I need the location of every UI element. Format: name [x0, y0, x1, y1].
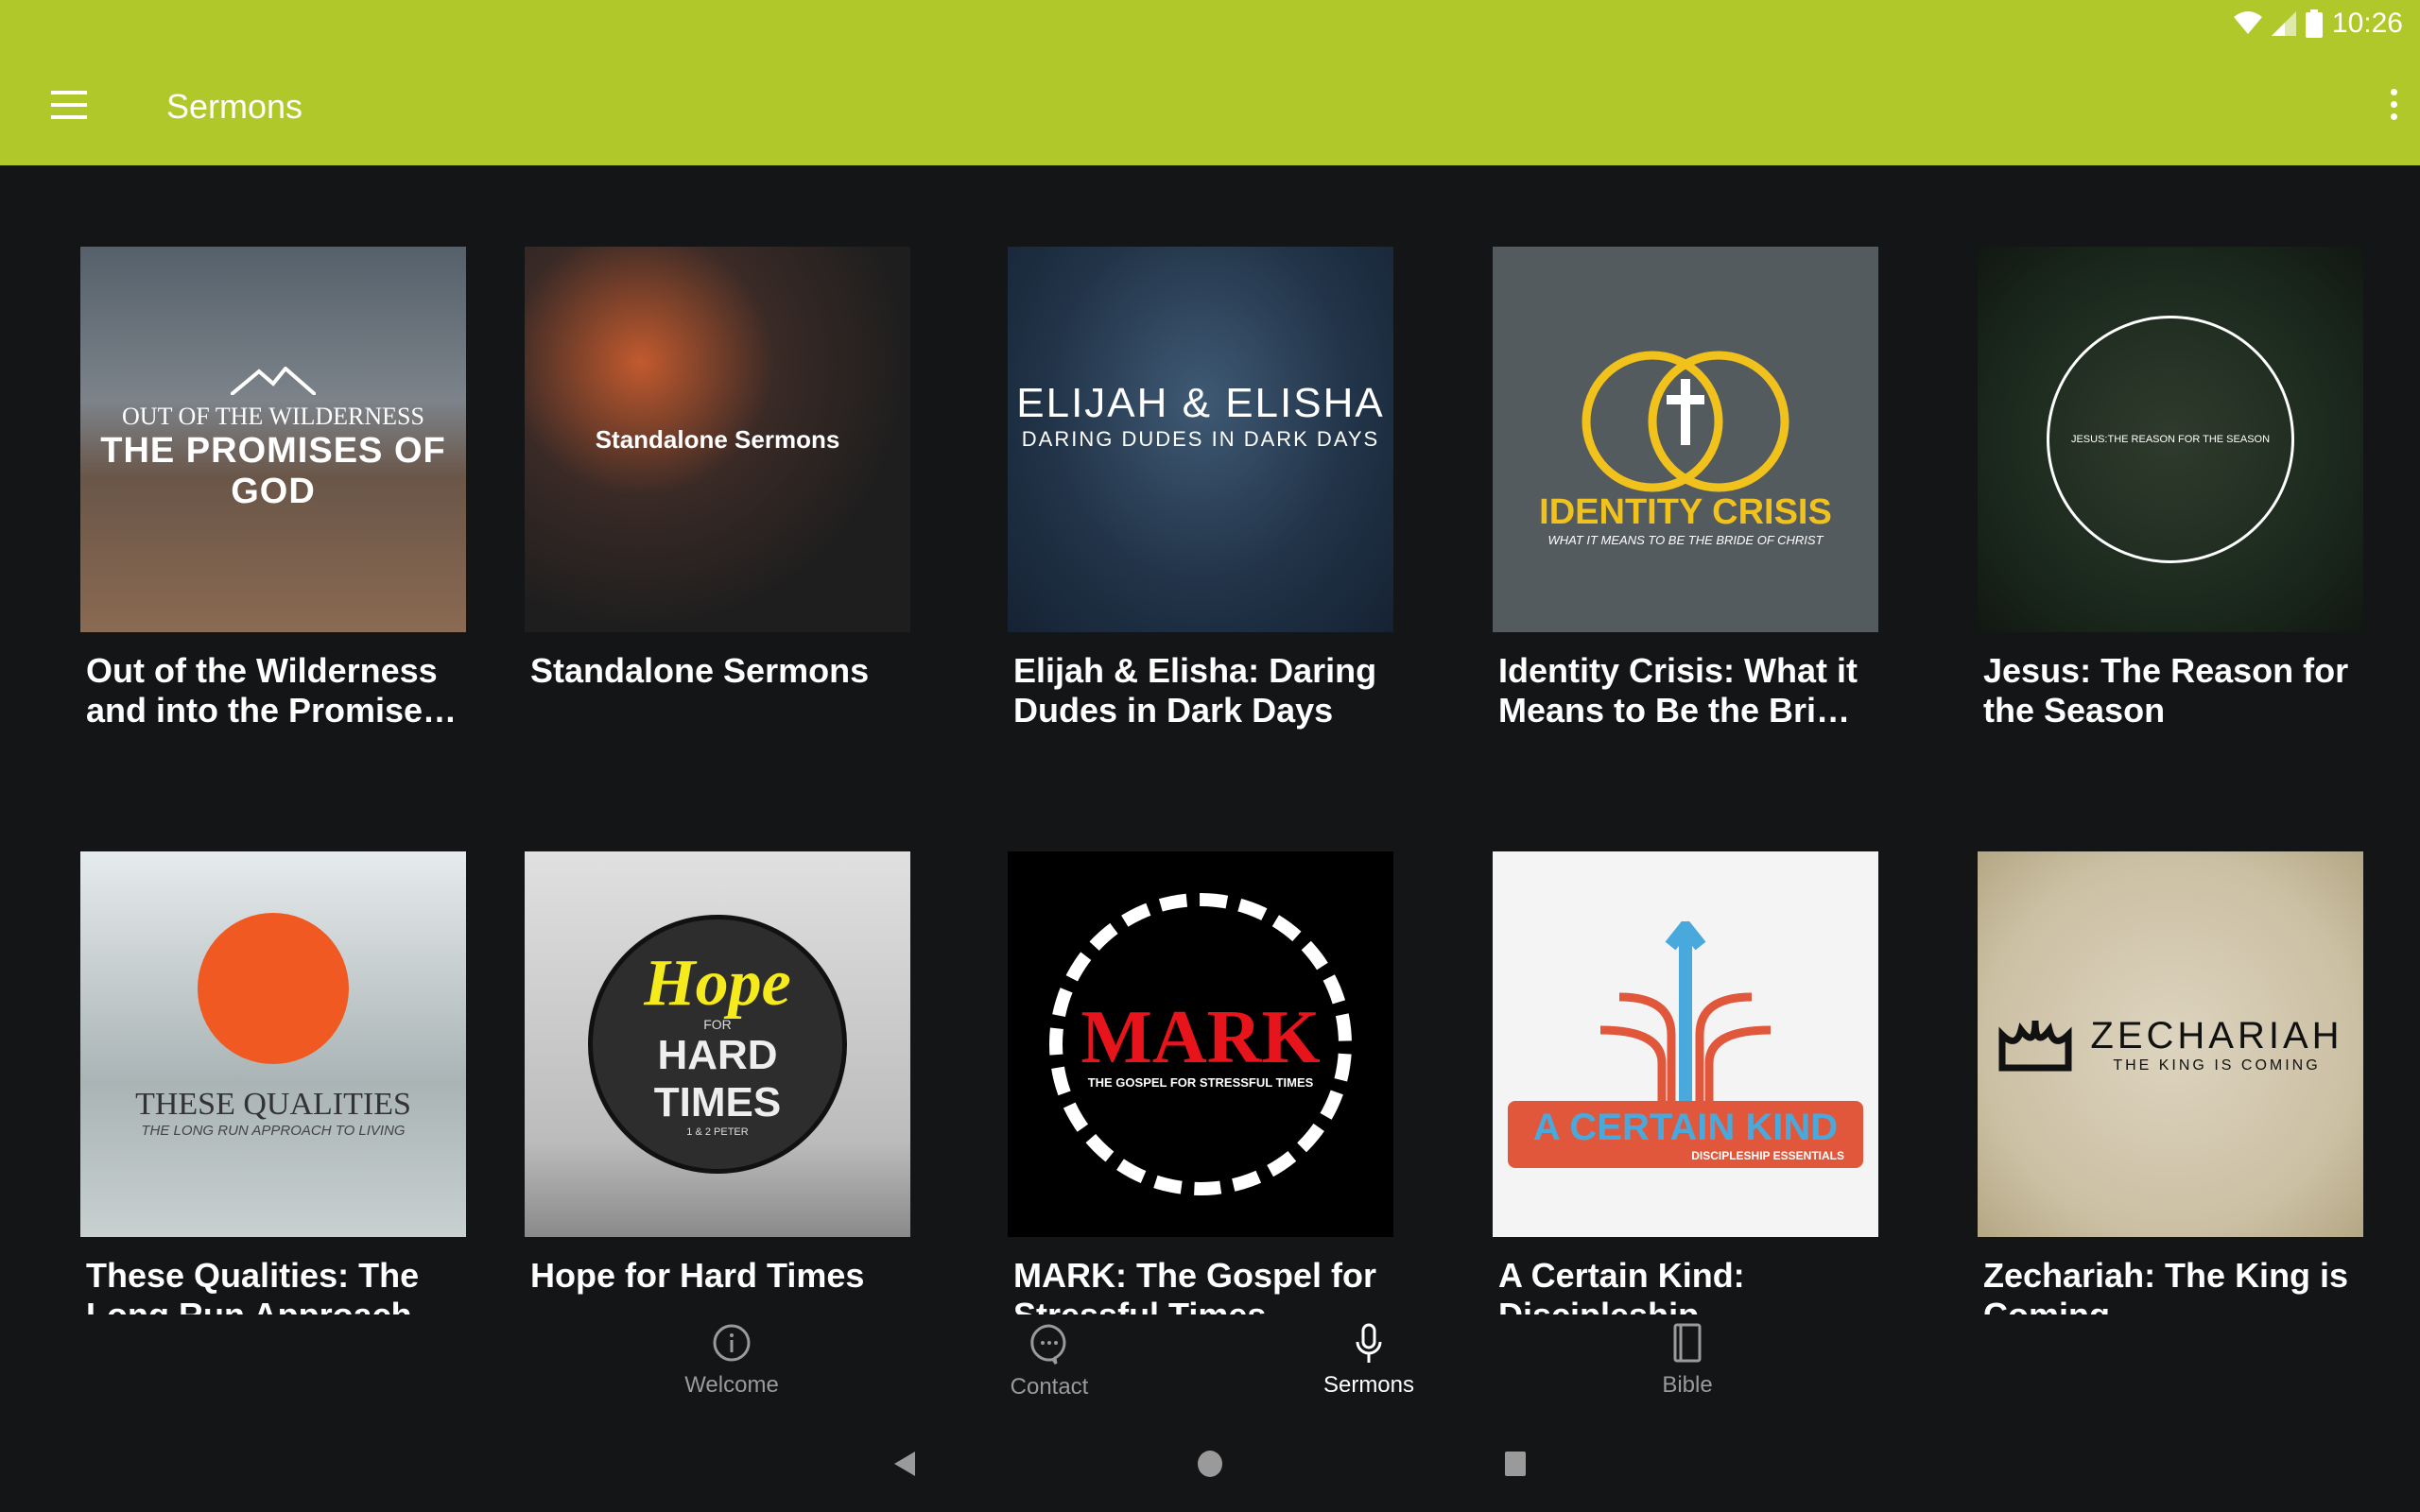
signal-icon	[2271, 11, 2296, 36]
sermon-series-grid[interactable]: OUT OF THE WILDERNESS THE PROMISES OF GO…	[0, 165, 2420, 1314]
series-artwork: A CERTAIN KIND DISCIPLESHIP ESSENTIALS	[1493, 851, 1878, 1237]
series-card[interactable]: OUT OF THE WILDERNESS THE PROMISES OF GO…	[80, 247, 466, 730]
chat-bubble-icon	[1030, 1324, 1066, 1365]
series-card[interactable]: ZECHARIAH THE KING IS COMING Zechariah: T…	[1978, 851, 2363, 1314]
series-title: These Qualities: The Long Run Approach t…	[86, 1256, 454, 1314]
home-icon[interactable]	[1197, 1450, 1223, 1478]
page-title: Sermons	[166, 87, 303, 126]
series-artwork: JESUS:THE REASON FOR THE SEASON	[1978, 247, 2363, 632]
recents-icon[interactable]	[1503, 1450, 1528, 1478]
series-card[interactable]: JESUS:THE REASON FOR THE SEASON Jesus: T…	[1978, 247, 2363, 730]
hamburger-icon[interactable]	[51, 91, 87, 119]
back-icon[interactable]	[892, 1450, 917, 1478]
series-title: Hope for Hard Times	[530, 1256, 865, 1295]
crown-icon	[1998, 1020, 2072, 1072]
series-title: A Certain Kind: Discipleship Essentials	[1498, 1256, 1745, 1314]
wifi-icon	[2233, 11, 2262, 34]
series-card[interactable]: A CERTAIN KIND DISCIPLESHIP ESSENTIALS A…	[1493, 851, 1878, 1314]
series-artwork: ZECHARIAH THE KING IS COMING	[1978, 851, 2363, 1237]
series-title: Zechariah: The King is Coming	[1983, 1256, 2349, 1314]
arrows-icon	[1599, 920, 1772, 1101]
series-title: MARK: The Gospel for Stressful Times	[1013, 1256, 1376, 1314]
microphone-icon	[1356, 1323, 1382, 1363]
series-title: Standalone Sermons	[530, 651, 870, 690]
series-title: Identity Crisis: What it Means to Be the…	[1498, 651, 1858, 730]
series-title: Elijah & Elisha: Daring Dudes in Dark Da…	[1013, 651, 1377, 730]
crown-of-thorns: MARK THE GOSPEL FOR STRESSFUL TIMES	[1049, 893, 1352, 1195]
status-bar: 10:26	[2233, 8, 2403, 40]
series-artwork: THESE QUALITIES THE LONG RUN APPROACH TO…	[80, 851, 466, 1237]
logo-mark	[198, 912, 349, 1064]
info-icon	[713, 1324, 751, 1362]
series-card[interactable]: Standalone Sermons Standalone Sermons	[525, 247, 910, 691]
series-artwork: IDENTITY CRISIS WHAT IT MEANS TO BE THE …	[1493, 247, 1878, 632]
series-card[interactable]: Hope FOR HARD TIMES 1 & 2 PETER Hope for…	[525, 851, 910, 1296]
series-title: Out of the Wilderness and into the Promi…	[86, 651, 442, 730]
app-bar: 10:26 Sermons	[0, 0, 2420, 165]
series-artwork: ELIJAH & ELISHA DARING DUDES IN DARK DAY…	[1008, 247, 1393, 632]
more-vert-icon[interactable]	[2386, 89, 2401, 127]
nav-bible[interactable]: Bible	[1593, 1323, 1782, 1399]
series-artwork: OUT OF THE WILDERNESS THE PROMISES OF GO…	[80, 247, 466, 632]
series-card[interactable]: IDENTITY CRISIS WHAT IT MEANS TO BE THE …	[1493, 247, 1878, 730]
series-title: Jesus: The Reason for the Season	[1983, 651, 2349, 730]
series-artwork: Hope FOR HARD TIMES 1 & 2 PETER	[525, 851, 910, 1237]
series-card[interactable]: MARK THE GOSPEL FOR STRESSFUL TIMES MARK…	[1008, 851, 1393, 1314]
nav-sermons[interactable]: Sermons	[1274, 1323, 1463, 1399]
rings-cross-icon	[1582, 351, 1789, 492]
series-artwork: Standalone Sermons	[525, 247, 910, 632]
series-card[interactable]: THESE QUALITIES THE LONG RUN APPROACH TO…	[80, 851, 466, 1314]
nav-contact[interactable]: Contact	[955, 1323, 1144, 1400]
series-artwork: MARK THE GOSPEL FOR STRESSFUL TIMES	[1008, 851, 1393, 1237]
battery-icon	[2305, 9, 2323, 38]
nav-welcome[interactable]: Welcome	[637, 1323, 826, 1399]
status-time: 10:26	[2331, 8, 2403, 39]
book-icon	[1673, 1323, 1702, 1363]
mountain-icon	[231, 367, 316, 395]
series-card[interactable]: ELIJAH & ELISHA DARING DUDES IN DARK DAY…	[1008, 247, 1393, 730]
